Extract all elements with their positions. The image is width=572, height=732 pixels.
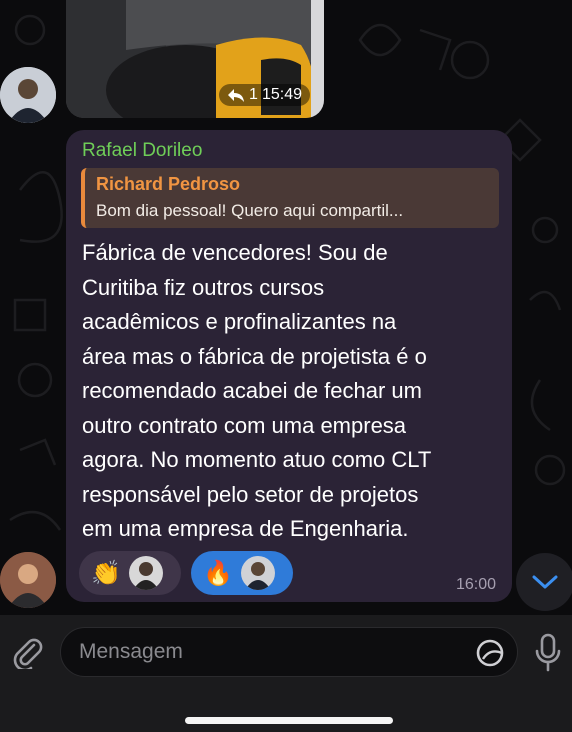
avatar-photo xyxy=(0,67,56,123)
sticker-icon[interactable] xyxy=(475,638,505,668)
message-line: acadêmicos e profinalizantes na xyxy=(82,309,397,334)
chevron-down-icon xyxy=(532,575,558,589)
sender-name[interactable]: Rafael Dorileo xyxy=(82,140,202,162)
home-indicator[interactable] xyxy=(185,717,393,724)
reactor-avatar xyxy=(241,556,275,590)
message-bubble[interactable]: Rafael Dorileo Richard Pedroso Bom dia p… xyxy=(66,130,512,602)
clap-emoji: 👏 xyxy=(91,559,121,587)
message-line: área mas o fábrica de projetista é o xyxy=(82,343,427,369)
message-line: outro contrato com uma empresa xyxy=(82,412,407,438)
message-text: Fábrica de vencedores! Sou de Curitiba f… xyxy=(82,236,502,547)
reply-forward-icon xyxy=(228,89,245,102)
reaction-clap[interactable]: 👏 xyxy=(79,551,181,595)
message-time: 16:00 xyxy=(455,576,496,593)
mic-icon[interactable] xyxy=(533,633,563,673)
forward-count: 1 xyxy=(249,86,258,103)
message-line: recomendado acabei de fechar um xyxy=(82,378,422,403)
previous-photo-message[interactable]: 1 15:49 xyxy=(66,0,324,118)
reaction-fire[interactable]: 🔥 xyxy=(191,551,293,595)
reactor-avatar xyxy=(129,556,163,590)
attach-icon[interactable] xyxy=(10,635,44,669)
message-input[interactable]: Mensagem xyxy=(60,627,518,677)
reply-quote[interactable]: Richard Pedroso Bom dia pessoal! Quero a… xyxy=(81,168,499,228)
reply-snippet: Bom dia pessoal! Quero aqui compartil... xyxy=(96,201,404,220)
photo-time: 15:49 xyxy=(261,86,302,103)
message-placeholder: Mensagem xyxy=(79,640,183,663)
photo-timestamp: 1 15:49 xyxy=(219,84,310,106)
avatar-rafael[interactable] xyxy=(0,552,56,608)
message-line: agora. No momento atuo como CLT xyxy=(82,447,432,472)
reply-author: Richard Pedroso xyxy=(96,174,241,194)
scroll-down-button[interactable] xyxy=(516,553,572,611)
message-line: Fábrica de vencedores! Sou de xyxy=(82,240,388,265)
avatar-richard[interactable] xyxy=(0,67,56,123)
fire-emoji: 🔥 xyxy=(203,559,233,587)
composer-bar: Mensagem xyxy=(0,615,572,732)
message-line: responsável pelo setor de projetos xyxy=(82,481,419,507)
message-line: em uma empresa de Engenharia. xyxy=(82,516,409,541)
avatar-photo xyxy=(0,552,56,608)
message-line: Curitiba fiz outros cursos xyxy=(82,274,325,300)
